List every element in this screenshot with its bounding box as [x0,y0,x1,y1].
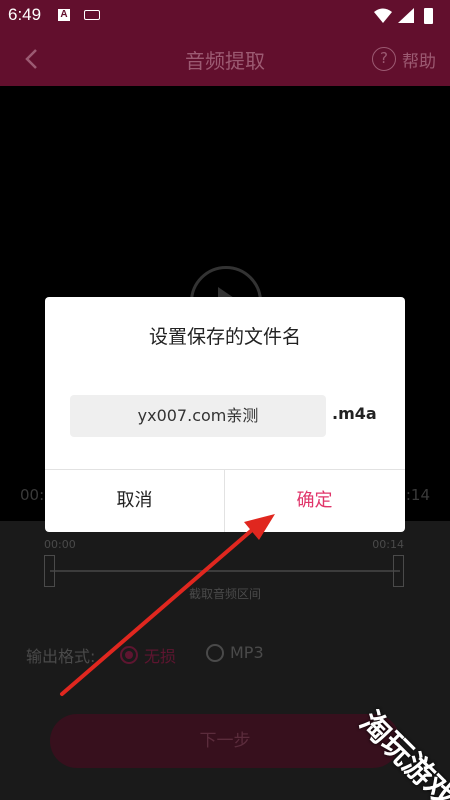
format-option-label: MP3 [230,643,264,662]
confirm-button[interactable]: 确定 [225,470,404,532]
status-bar: 6:49 A [0,0,450,32]
range-start-time: 00:00 [44,538,76,551]
format-option-lossless[interactable]: 无损 [120,643,176,667]
help-icon: ? [372,47,396,71]
range-end-handle[interactable] [393,555,404,587]
file-extension: .m4a [332,404,377,423]
format-option-label: 无损 [144,647,177,666]
save-filename-dialog: 设置保存的文件名 yx007.com亲测 .m4a 取消 确定 [45,297,405,532]
range-end-time: 00:14 [372,538,404,551]
battery-icon [424,8,433,24]
status-icons [374,8,433,24]
radio-unselected-icon [206,643,224,662]
output-format-label: 输出格式: [26,647,96,666]
help-button[interactable]: ? 帮助 [372,46,436,72]
video-current-time: 00: [20,486,45,504]
range-track[interactable] [50,570,400,572]
range-caption: 截取音频区间 [188,587,261,601]
dialog-title: 设置保存的文件名 [148,326,301,348]
format-option-mp3[interactable]: MP3 [206,643,264,662]
radio-selected-icon [120,646,138,664]
help-label: 帮助 [402,51,436,72]
notification-a-icon: A [58,9,70,21]
wifi-icon [374,8,392,23]
keyboard-icon [84,10,100,20]
status-time: 6:49 [8,5,42,24]
cancel-button[interactable]: 取消 [45,470,224,532]
filename-input[interactable]: yx007.com亲测 [70,395,326,437]
app-bar: 音频提取 ? 帮助 [0,32,450,86]
signal-icon [398,8,414,23]
video-total-time: :14 [405,486,430,504]
range-start-handle[interactable] [44,555,55,587]
